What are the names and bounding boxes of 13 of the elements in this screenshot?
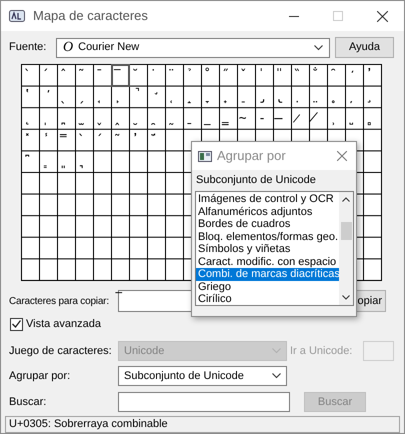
advanced-view-label: Vista avanzada [26,316,102,332]
popup-title: Agrupar por [217,147,286,166]
font-value: Courier New [78,40,140,56]
font-type-icon: O [63,40,74,54]
charset-label: Juego de caracteres: [9,344,113,359]
goto-unicode-label: Ir a Unicode: [290,344,354,359]
status-bar: U+0305: Sobrerraya combinable [5,416,400,433]
group-by-label: Agrupar por: [9,368,72,384]
popup-heading: Subconjunto de Unicode [196,173,317,188]
font-label: Fuente: [9,40,48,56]
copy-label: Caracteres para copiar: [9,294,110,308]
window-title: Mapa de caracteres [33,7,148,26]
search-label: Buscar: [9,394,48,410]
